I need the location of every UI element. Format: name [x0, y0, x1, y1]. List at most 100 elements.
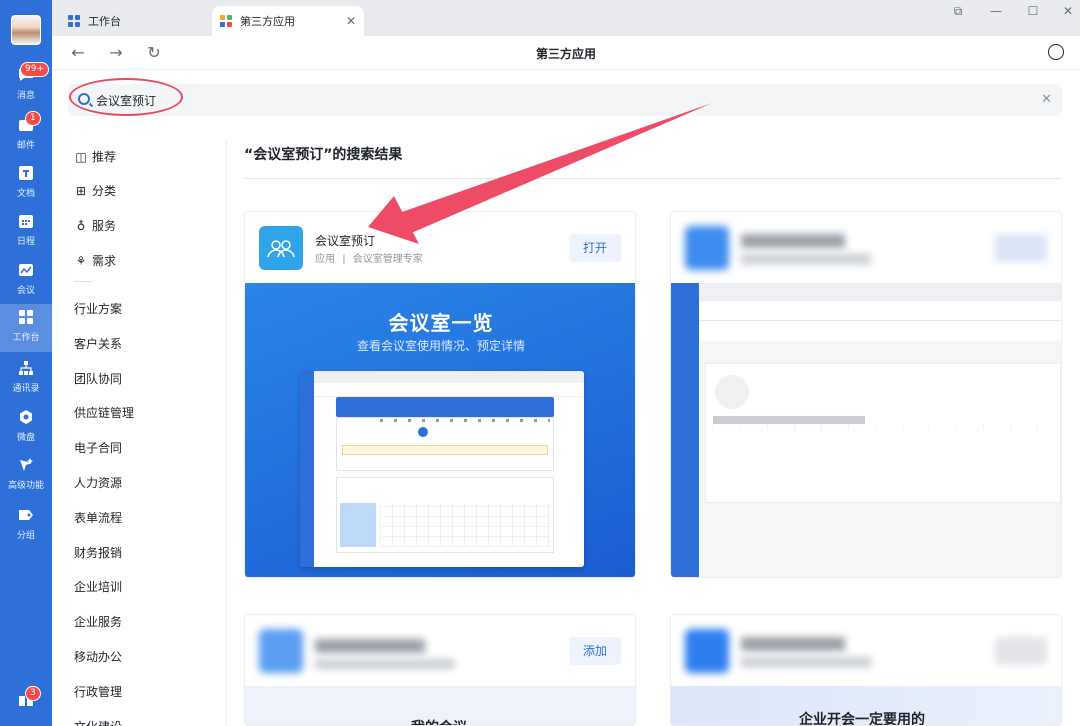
app-preview-banner: 会议室一览 查看会议室使用情况、预定详情 — [245, 283, 635, 577]
rail-item-label: 会议 — [16, 286, 35, 296]
rail-item-advanced[interactable]: 高级功能 — [0, 452, 52, 498]
tab-label: 工作台 — [88, 15, 121, 28]
forward-icon[interactable]: → — [106, 43, 126, 62]
sidebar-item-category[interactable]: ⊞ 分类 — [74, 182, 116, 199]
app-card-partial-1[interactable]: 添加 我的会议 — [244, 614, 636, 726]
sparkle-icon — [20, 458, 33, 471]
sidebar-category[interactable]: 团队协同 — [74, 370, 122, 387]
grid-icon — [19, 310, 33, 324]
sidebar-category[interactable]: 客户关系 — [74, 335, 122, 352]
rail-item-calendar[interactable]: 日程 — [0, 208, 52, 254]
rail-item-label: 高级功能 — [7, 481, 44, 491]
rail-item-label: 文档 — [16, 189, 35, 199]
results-title: “会议室预订”的搜索结果 — [244, 147, 403, 163]
search-input[interactable] — [96, 90, 996, 110]
blurred-app-name — [741, 234, 845, 248]
rail-item-workbench[interactable]: 工作台 — [0, 304, 52, 352]
tag-icon — [19, 510, 33, 520]
preview-screenshot — [300, 371, 584, 567]
blurred-app-meta — [741, 254, 871, 264]
sidebar-item-demand[interactable]: ⚘ 需求 — [74, 252, 116, 269]
sidebar-item-service[interactable]: ♁ 服务 — [74, 217, 116, 234]
apps-badge: 3 — [25, 686, 41, 701]
sidebar-category[interactable]: 企业服务 — [74, 613, 122, 630]
meeting-room-app-icon — [259, 226, 303, 270]
tab-workbench[interactable]: 工作台 — [60, 6, 210, 36]
popout-icon[interactable]: ⧉ — [948, 4, 968, 19]
left-rail: 消息 99+ 邮件 1 文档 日程 会议 工作台 通讯录 微盘 高级功能 分组 … — [0, 0, 52, 726]
banner-title: 会议室一览 — [388, 311, 494, 335]
results-divider — [244, 178, 1062, 179]
preview-text: 企业开会一定要用的 — [799, 712, 925, 726]
recommend-icon: ◫ — [75, 149, 87, 164]
tab-bar: 工作台 第三方应用 ✕ ⧉ — ☐ ✕ — [52, 0, 1080, 36]
app-name: 会议室预订 — [315, 234, 376, 248]
banner-subtitle: 查看会议室使用情况、预定详情 — [356, 339, 525, 353]
sidebar-item-label: 需求 — [92, 254, 117, 268]
rail-item-label: 分组 — [16, 531, 35, 541]
rail-item-label: 日程 — [16, 237, 35, 247]
sidebar-divider — [74, 281, 92, 282]
annotation-circle — [69, 78, 183, 116]
app-card-meeting-room[interactable]: 会议室预订 应用 | 会议室管理专家 打开 会议室一览 查看会议室使用情况、预定… — [244, 211, 636, 578]
document-icon — [19, 166, 33, 180]
page-title: 第三方应用 — [535, 47, 596, 61]
rail-item-groups[interactable]: 分组 — [0, 502, 52, 548]
maximize-icon[interactable]: ☐ — [1023, 4, 1043, 18]
sidebar-category[interactable]: 企业培训 — [74, 578, 122, 595]
messages-badge: 99+ — [20, 62, 49, 77]
refresh-icon[interactable]: ↻ — [144, 43, 164, 62]
app-card-partial-2[interactable]: 企业开会一定要用的 — [670, 614, 1062, 726]
sidebar-item-recommend[interactable]: ◫ 推荐 — [74, 148, 116, 165]
mail-badge: 1 — [25, 111, 41, 126]
back-icon[interactable]: ← — [68, 43, 88, 62]
rail-item-label: 通讯录 — [12, 384, 40, 394]
sidebar-category[interactable]: 供应链管理 — [74, 404, 134, 421]
apps-grid-icon — [220, 15, 232, 27]
rail-item-label: 邮件 — [16, 141, 35, 151]
rail-item-label: 消息 — [16, 91, 35, 101]
org-chart-icon — [19, 361, 33, 375]
sidebar-category[interactable]: 电子合同 — [74, 439, 122, 456]
app-card-blurred[interactable] — [670, 211, 1062, 578]
calendar-icon — [19, 215, 33, 228]
sidebar-category[interactable]: 行政管理 — [74, 683, 122, 700]
sidebar-category[interactable]: 人力资源 — [74, 474, 122, 491]
sidebar-category[interactable]: 表单流程 — [74, 509, 122, 526]
open-button[interactable]: 打开 — [569, 234, 621, 262]
tab-third-party-apps[interactable]: 第三方应用 ✕ — [212, 6, 364, 36]
blurred-app-icon — [685, 629, 729, 673]
sidebar-category[interactable]: 财务报销 — [74, 544, 122, 561]
meeting-icon — [19, 264, 33, 276]
avatar[interactable] — [11, 15, 41, 45]
drive-icon — [20, 410, 32, 424]
blurred-button[interactable] — [995, 234, 1047, 262]
demand-icon: ⚘ — [75, 253, 87, 268]
rail-item-label: 工作台 — [12, 333, 40, 343]
window-close-icon[interactable]: ✕ — [1058, 4, 1078, 18]
sidebar-item-label: 服务 — [92, 219, 117, 233]
app-meta: 应用 | 会议室管理专家 — [315, 254, 423, 265]
rail-item-contacts[interactable]: 通讯录 — [0, 355, 52, 401]
rail-item-drive[interactable]: 微盘 — [0, 404, 52, 450]
search-bar: ✕ — [68, 84, 1062, 116]
blurred-app-icon — [685, 226, 729, 270]
tab-label: 第三方应用 — [240, 15, 295, 28]
sidebar-item-label: 推荐 — [92, 150, 117, 164]
category-icon: ⊞ — [75, 183, 87, 198]
blurred-app-meta — [741, 657, 871, 667]
add-button[interactable]: 添加 — [569, 637, 621, 665]
account-icon[interactable] — [1048, 44, 1064, 60]
app-preview-screenshot — [671, 283, 1061, 577]
blurred-button[interactable] — [995, 637, 1047, 665]
minimize-icon[interactable]: — — [986, 4, 1006, 18]
close-icon[interactable]: ✕ — [346, 14, 356, 28]
sidebar-divider-line — [226, 140, 227, 726]
workbench-icon — [68, 15, 80, 27]
rail-item-docs[interactable]: 文档 — [0, 160, 52, 206]
clear-icon[interactable]: ✕ — [1041, 92, 1052, 107]
sidebar-category[interactable]: 移动办公 — [74, 648, 122, 665]
rail-item-meeting[interactable]: 会议 — [0, 257, 52, 303]
sidebar-category[interactable]: 文化建设 — [74, 718, 122, 726]
sidebar-category[interactable]: 行业方案 — [74, 300, 122, 317]
